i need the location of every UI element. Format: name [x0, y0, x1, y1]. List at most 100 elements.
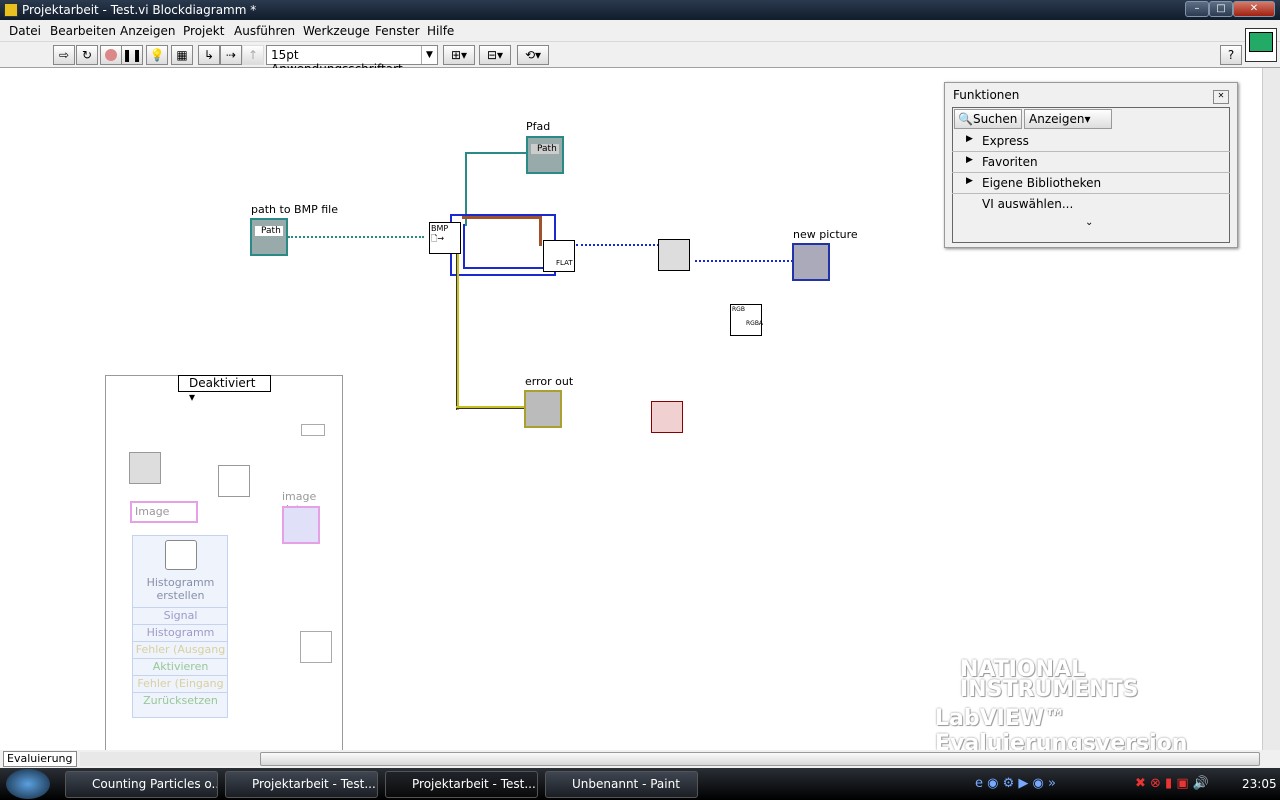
path-wire[interactable] [465, 152, 527, 154]
step-out-icon: ↑ [242, 45, 264, 65]
menu-bar: Datei Bearbeiten Anzeigen Projekt Ausfüh… [0, 20, 1280, 42]
express-row-fehler-eingang[interactable]: Fehler (Eingang [133, 675, 228, 692]
pause-icon[interactable]: ❚❚ [121, 45, 143, 65]
menu-bearbeiten[interactable]: Bearbeiten [50, 24, 116, 38]
horizontal-scrollbar[interactable] [80, 752, 1260, 766]
quicklaunch-icons[interactable]: e ◉ ⚙ ▶ ◉ » [975, 776, 1056, 791]
image-constant-icon[interactable] [129, 452, 161, 484]
path-text: Path [255, 226, 283, 236]
block-diagram[interactable]: path to BMP file Path Pfad Path BMP 🗋→ FL… [0, 68, 1262, 756]
task-labview-1[interactable]: Projektarbeit - Test.... [225, 771, 378, 798]
palette-item-label: Favoriten [982, 155, 1038, 169]
index-array-icon[interactable] [300, 631, 332, 663]
search-label: Suchen [972, 112, 1018, 126]
tray-icons[interactable]: ✖ ⊗ ▮ ▣ 🔊 [1135, 776, 1209, 791]
disabled-diagram-structure: Deaktiviert ▾ Image image data Histogram… [105, 375, 343, 755]
image-wire[interactable] [462, 216, 542, 246]
menu-projekt[interactable]: Projekt [183, 24, 224, 38]
reorder-icon[interactable]: ⟲▾ [517, 45, 549, 65]
express-row-signal[interactable]: Signal [133, 607, 228, 624]
rgb-to-rgba-node[interactable]: RGB RGBA [730, 304, 764, 336]
ni-watermark: NATIONAL INSTRUMENTS LabVIEW™ Evaluierun… [905, 659, 1262, 757]
font-select[interactable]: 15pt Anwendungsschriftart▼ [266, 45, 438, 76]
express-row-zuruecksetzen[interactable]: Zurücksetzen [133, 692, 228, 709]
run-arrow-icon[interactable]: ⇨ [53, 45, 75, 65]
express-row-histogramm[interactable]: Histogramm [133, 624, 228, 641]
status-bar: Evaluierung [0, 750, 1280, 768]
pfad-indicator-terminal[interactable]: Path [526, 136, 564, 174]
array-node-icon[interactable] [301, 424, 325, 436]
retain-wire-values-icon[interactable]: ▦ [171, 45, 193, 65]
expand-arrow-icon: ▶ [966, 155, 973, 165]
express-row-aktivieren[interactable]: Aktivieren [133, 658, 228, 675]
task-paint[interactable]: Unbenannt - Paint [545, 771, 698, 798]
maximize-button[interactable]: □ [1209, 1, 1233, 17]
palette-item-vi-auswaehlen[interactable]: VI auswählen... [952, 194, 1230, 215]
clock: 23:05 [1242, 777, 1277, 791]
image-data-terminal[interactable] [282, 506, 320, 544]
draw-flattened-pixmap-node[interactable]: FLAT [543, 240, 575, 272]
new-picture-label: new picture [793, 228, 858, 241]
case-selector[interactable]: Deaktiviert ▾ [178, 375, 271, 404]
new-picture-terminal[interactable] [792, 243, 830, 281]
rgb-text: RGB [732, 306, 745, 313]
menu-werkzeuge[interactable]: Werkzeuge [303, 24, 370, 38]
scrollbar-thumb[interactable] [260, 752, 1260, 766]
evaluation-label: Evaluierung [3, 751, 77, 767]
toolbar: ⇨ ↻ ❚❚ 💡 ▦ ↳ ⇢ ↑ 15pt Anwendungsschrifta… [0, 28, 1280, 76]
close-button[interactable]: ✕ [1233, 1, 1275, 17]
menu-ausfuehren[interactable]: Ausführen [234, 24, 295, 38]
menu-fenster[interactable]: Fenster [375, 24, 420, 38]
vi-icon[interactable] [1245, 28, 1277, 62]
task-labview-2[interactable]: Projektarbeit - Test.... [385, 771, 538, 798]
picture-function-node[interactable] [658, 239, 690, 271]
abort-icon[interactable] [100, 45, 122, 65]
path-text: Path [531, 144, 559, 154]
distribute-objects-icon[interactable]: ⊟▾ [479, 45, 511, 65]
palette-item-label: Express [982, 134, 1029, 148]
task-firefox[interactable]: Counting Particles o... [65, 771, 218, 798]
palette-search-button[interactable]: 🔍Suchen [954, 109, 1022, 129]
step-into-icon[interactable]: ↳ [198, 45, 220, 65]
error-out-terminal[interactable] [524, 390, 562, 428]
context-help-button[interactable]: ? [1220, 45, 1242, 65]
picture-wire[interactable] [695, 260, 793, 262]
read-bmp-file-node[interactable]: BMP 🗋→ [429, 222, 461, 254]
vertical-scrollbar[interactable] [1262, 68, 1280, 750]
bmp-text: BMP [431, 224, 449, 233]
palette-view-button[interactable]: Anzeigen▾ [1024, 109, 1112, 129]
menu-datei[interactable]: Datei [9, 24, 41, 38]
path-control-label: path to BMP file [251, 203, 338, 216]
palette-item-favoriten[interactable]: ▶ Favoriten [952, 152, 1230, 173]
start-button[interactable] [6, 769, 50, 799]
run-continuously-icon[interactable]: ↻ [76, 45, 98, 65]
menu-hilfe[interactable]: Hilfe [427, 24, 454, 38]
error-wire[interactable] [456, 254, 459, 410]
path-wire[interactable] [288, 236, 424, 238]
align-objects-icon[interactable]: ⊞▾ [443, 45, 475, 65]
path-control-terminal[interactable]: Path [250, 218, 288, 256]
graph-node-icon[interactable] [218, 465, 250, 497]
palette-item-express[interactable]: ▶ Express [952, 131, 1230, 152]
pfad-label: Pfad [526, 120, 551, 133]
palette-close-button[interactable]: ✕ [1213, 90, 1229, 104]
picture-constant-node[interactable] [651, 401, 683, 433]
palette-item-eigene-bibliotheken[interactable]: ▶ Eigene Bibliotheken [952, 173, 1230, 194]
rgba-text: RGBA [746, 320, 764, 327]
highlight-execution-icon[interactable]: 💡 [146, 45, 168, 65]
picture-wire[interactable] [576, 244, 659, 246]
expand-arrow-icon: ▶ [966, 134, 973, 144]
case-selector-value: Deaktiviert [189, 376, 256, 390]
error-out-label: error out [525, 375, 574, 388]
window-title: Projektarbeit - Test.vi Blockdiagramm * [22, 3, 257, 17]
expand-more-icon[interactable]: ⌄ [1085, 217, 1093, 228]
image-control[interactable]: Image [130, 501, 198, 523]
minimize-button[interactable]: – [1185, 1, 1209, 17]
menu-anzeigen[interactable]: Anzeigen [120, 24, 175, 38]
error-wire[interactable] [456, 406, 526, 409]
palette-item-label: VI auswählen... [982, 197, 1074, 211]
labview-app-icon [4, 3, 18, 17]
express-row-fehler-ausgang[interactable]: Fehler (Ausgang [133, 641, 228, 658]
step-over-icon[interactable]: ⇢ [220, 45, 242, 65]
histogram-icon [165, 540, 197, 570]
